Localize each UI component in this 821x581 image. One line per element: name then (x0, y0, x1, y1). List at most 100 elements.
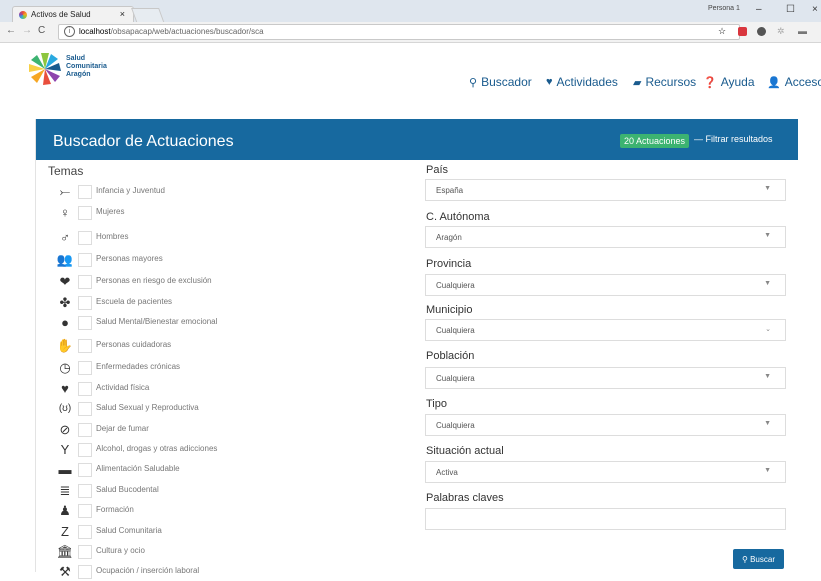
theme-checkbox[interactable] (78, 463, 92, 477)
page-title: Buscador de Actuaciones (53, 133, 234, 150)
theme-checkbox[interactable] (78, 316, 92, 330)
theme-label: Ocupación / inserción laboral (96, 566, 200, 575)
extension-circle-icon[interactable] (757, 27, 766, 36)
theme-checkbox[interactable] (78, 339, 92, 353)
theme-checkbox[interactable] (78, 504, 92, 518)
provincia-select[interactable]: Cualquiera ▼ (425, 274, 786, 296)
tab-close-icon[interactable]: × (120, 9, 125, 19)
theme-label: Cultura y ocio (96, 546, 145, 555)
search-button-label: Buscar (750, 554, 775, 564)
nav-buscador[interactable]: ⚲ Buscador (469, 75, 532, 89)
no-smoking-icon: ⊘ (59, 422, 71, 437)
theme-checkbox[interactable] (78, 253, 92, 267)
chevron-down-icon: ▼ (764, 280, 771, 287)
theme-checkbox[interactable] (78, 231, 92, 245)
theme-checkbox[interactable] (78, 402, 92, 416)
filter-results-link[interactable]: — Filtrar resultados (694, 134, 773, 144)
heart-icon: ♥ (546, 76, 553, 88)
head-icon: ● (61, 315, 69, 330)
forward-icon[interactable]: → (22, 25, 32, 36)
logo-icon[interactable] (28, 52, 62, 86)
pais-select[interactable]: España ▼ (425, 179, 786, 201)
nav-actividades[interactable]: ♥ Actividades (546, 75, 618, 89)
theme-checkbox[interactable] (78, 382, 92, 396)
tooth-icon: ≣ (59, 483, 71, 498)
theme-label: Dejar de fumar (96, 424, 149, 433)
panel-header: Buscador de Actuaciones 20 Actuaciones —… (36, 119, 798, 160)
nav-ayuda-label: Ayuda (720, 75, 755, 89)
theme-checkbox[interactable] (78, 565, 92, 579)
theme-checkbox[interactable] (78, 361, 92, 375)
nav-recursos[interactable]: ▰ Recursos (633, 75, 696, 89)
theme-checkbox[interactable] (78, 206, 92, 220)
theme-checkbox[interactable] (78, 275, 92, 289)
ca-select[interactable]: Aragón ▼ (425, 226, 786, 248)
menu-icon[interactable]: ▬ (798, 26, 807, 36)
theme-label: Formación (96, 505, 134, 514)
chevron-down-icon: ▼ (764, 420, 771, 427)
star-icon[interactable]: ☆ (718, 26, 726, 37)
nav-acceso[interactable]: 👤 Acceso (767, 75, 821, 89)
situacion-value: Activa (436, 468, 458, 477)
briefcase-icon: ▰ (633, 76, 642, 89)
user-icon: 👤 (767, 76, 781, 89)
group-icon: ✤ (59, 295, 71, 310)
municipio-value: Cualquiera (436, 326, 475, 335)
baby-icon: ⤚ (59, 184, 71, 199)
elderly-icon: 👥 (56, 252, 74, 267)
theme-label: Salud Bucodental (96, 485, 159, 494)
chevron-down-icon: ▼ (764, 467, 771, 474)
logo-text[interactable]: Salud Comunitaria Aragón (66, 55, 107, 79)
teacher-icon: ♟ (59, 503, 71, 518)
maximize-button[interactable]: ☐ (786, 4, 795, 15)
poblacion-select[interactable]: Cualquiera ▼ (425, 367, 786, 389)
theme-checkbox[interactable] (78, 185, 92, 199)
theme-checkbox[interactable] (78, 443, 92, 457)
chevron-down-icon: ⌄ (765, 326, 771, 333)
search-panel: Buscador de Actuaciones 20 Actuaciones —… (35, 119, 798, 579)
tipo-label: Tipo (426, 398, 447, 410)
chevron-down-icon: ▼ (764, 373, 771, 380)
tipo-value: Cualquiera (436, 421, 475, 430)
situacion-select[interactable]: Activa ▼ (425, 461, 786, 483)
municipio-label: Municipio (426, 304, 473, 316)
nav-acceso-label: Acceso (784, 75, 821, 89)
tab-title: Activos de Salud (31, 10, 91, 19)
address-bar[interactable]: i localhost/obsapacap/web/actuaciones/bu… (58, 24, 740, 40)
theme-label: Escuela de pacientes (96, 297, 173, 306)
clock-icon: ◷ (59, 360, 71, 375)
tab-strip: Activos de Salud × Persona 1 – ☐ × (0, 0, 821, 24)
food-icon: ▬ (58, 462, 72, 477)
browser-tab[interactable]: Activos de Salud × (12, 6, 134, 23)
theme-label: Alimentación Saludable (96, 464, 180, 473)
palabras-input[interactable] (425, 508, 786, 530)
theme-checkbox[interactable] (78, 296, 92, 310)
theme-label: Personas en riesgo de exclusión (96, 276, 212, 285)
extension-red-icon[interactable] (738, 27, 747, 36)
back-icon[interactable]: ← (6, 25, 16, 36)
theme-label: Mujeres (96, 207, 125, 216)
hand-icon: ✋ (56, 338, 74, 353)
cocktail-icon: Y (60, 442, 70, 457)
extension-gear-icon[interactable]: ✲ (777, 26, 785, 37)
profile-name[interactable]: Persona 1 (708, 5, 740, 12)
municipio-select[interactable]: Cualquiera ⌄ (425, 319, 786, 341)
provincia-label: Provincia (426, 258, 472, 270)
close-window-button[interactable]: × (812, 4, 818, 15)
reload-icon[interactable]: C (38, 25, 45, 36)
poblacion-value: Cualquiera (436, 374, 475, 383)
logo-line-1: Salud (66, 55, 86, 62)
theme-checkbox[interactable] (78, 423, 92, 437)
theme-checkbox[interactable] (78, 484, 92, 498)
info-icon[interactable]: i (64, 26, 75, 37)
minimize-button[interactable]: – (756, 4, 762, 15)
female-icon: ♀ (60, 205, 70, 220)
nav-ayuda[interactable]: ❓ Ayuda (703, 75, 755, 89)
condom-icon: (ʊ) (58, 403, 72, 414)
theme-checkbox[interactable] (78, 545, 92, 559)
theme-label: Enfermedades crónicas (96, 362, 181, 371)
pais-value: España (436, 186, 464, 195)
search-button[interactable]: ⚲ Buscar (733, 549, 784, 569)
theme-checkbox[interactable] (78, 525, 92, 539)
tipo-select[interactable]: Cualquiera ▼ (425, 414, 786, 436)
